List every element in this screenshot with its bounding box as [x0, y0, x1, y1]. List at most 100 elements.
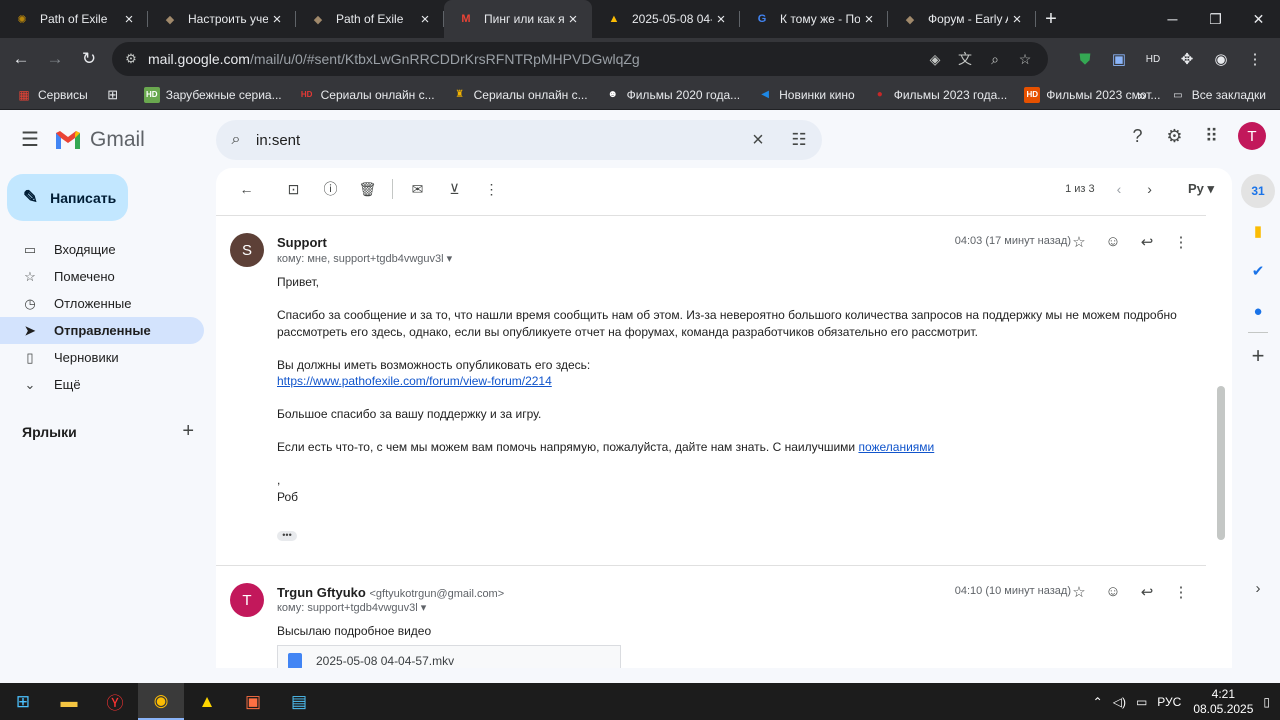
tasks-icon[interactable]: ✔ — [1241, 254, 1275, 288]
keep-icon[interactable]: ▮ — [1241, 214, 1275, 248]
delete-icon[interactable]: 🗑 — [349, 181, 386, 198]
search-bar[interactable]: ⌕ in:sent × ☷ — [216, 120, 822, 160]
close-tab-icon[interactable]: × — [268, 11, 286, 28]
contacts-icon[interactable]: ● — [1241, 294, 1275, 328]
emoji-reaction-icon[interactable]: ☺ — [1096, 233, 1130, 251]
sidebar-item-drafts[interactable]: ▯ Черновики — [0, 344, 204, 371]
sidebar-item-sent[interactable]: ➤ Отправленные — [0, 317, 204, 344]
maximize-icon[interactable]: ❐ — [1194, 0, 1237, 38]
game-app-icon[interactable]: ▣ — [230, 683, 276, 720]
minimize-icon[interactable]: ─ — [1151, 0, 1194, 38]
show-details-icon[interactable]: ▾ — [447, 253, 453, 265]
input-language-button[interactable]: Ру ▾ — [1174, 181, 1214, 197]
sender-avatar[interactable]: T — [230, 583, 264, 617]
more-actions-icon[interactable]: ⋮ — [473, 181, 510, 198]
forward-icon[interactable]: → — [38, 42, 72, 76]
sender-avatar[interactable]: S — [230, 233, 264, 267]
google-apps-icon[interactable]: ⠿ — [1193, 126, 1230, 147]
all-bookmarks-button[interactable]: ▭ Все закладки — [1170, 87, 1266, 103]
prev-page-icon[interactable]: ‹ — [1117, 181, 1122, 197]
close-tab-icon[interactable]: × — [416, 11, 434, 28]
recipients-line[interactable]: кому: support+tgdb4vwguv3l ▾ — [277, 601, 426, 614]
sidebar-item-snoozed[interactable]: ◷ Отложенные — [0, 290, 204, 317]
search-icon[interactable]: ⌕ — [216, 131, 256, 149]
clock[interactable]: 4:21 08.05.2025 — [1193, 687, 1253, 717]
compose-button[interactable]: ✎ Написать — [7, 174, 128, 221]
close-tab-icon[interactable]: × — [860, 11, 878, 28]
address-bar[interactable]: ⚙ mail.google.com/mail/u/0/#sent/KtbxLwG… — [112, 42, 1048, 76]
url-text[interactable]: mail.google.com/mail/u/0/#sent/KtbxLwGnR… — [148, 51, 640, 67]
translate-extension-icon[interactable]: ▣ — [1102, 50, 1136, 68]
account-avatar[interactable]: T — [1238, 122, 1266, 150]
show-details-icon[interactable]: ▾ — [421, 602, 427, 614]
wishes-link[interactable]: пожеланиями — [858, 440, 934, 454]
report-spam-icon[interactable]: ⓘ — [312, 179, 349, 199]
bookmark-item[interactable]: ▦ Сервисы — [16, 87, 87, 103]
get-addons-icon[interactable]: + — [1241, 339, 1275, 373]
bookmark-item[interactable]: ☻ Фильмы 2020 года... — [605, 87, 740, 103]
profile-icon[interactable]: ◉ — [1204, 50, 1238, 68]
display-icon[interactable]: ▭ — [1136, 695, 1147, 709]
search-input[interactable]: in:sent — [256, 132, 740, 149]
close-tab-icon[interactable]: × — [712, 11, 730, 28]
reload-icon[interactable]: ↻ — [72, 42, 106, 76]
add-label-icon[interactable]: + — [182, 420, 194, 443]
clear-search-icon[interactable]: × — [740, 129, 776, 152]
show-trimmed-content-button[interactable]: ••• — [277, 530, 297, 541]
warning-app-icon[interactable]: ▲ — [184, 683, 230, 720]
volume-icon[interactable]: ◁) — [1113, 695, 1126, 709]
back-icon[interactable]: ← — [4, 42, 38, 76]
forum-link[interactable]: https://www.pathofexile.com/forum/view-f… — [277, 374, 552, 388]
bookmark-item[interactable]: HD Сериалы онлайн с... — [299, 87, 435, 103]
input-language-indicator[interactable]: РУС — [1157, 695, 1181, 709]
extensions-puzzle-icon[interactable]: ✥ — [1170, 50, 1204, 68]
sender-name[interactable]: Support — [277, 235, 327, 250]
browser-tab-active[interactable]: MПинг или как я п× — [444, 0, 592, 38]
browser-tab[interactable]: GК тому же - Пои × — [740, 0, 888, 38]
browser-tab[interactable]: ◆Настроить учетн× — [148, 0, 296, 38]
sidebar-item-more[interactable]: ⌄ Ещё — [0, 371, 204, 398]
recipients-line[interactable]: кому: мне, support+tgdb4vwguv3l ▾ — [277, 252, 452, 265]
mark-unread-icon[interactable]: ✉ — [399, 181, 436, 198]
more-message-options-icon[interactable]: ⋮ — [1164, 583, 1198, 601]
reply-icon[interactable]: ↩ — [1130, 583, 1164, 601]
new-tab-button[interactable]: + — [1036, 0, 1066, 38]
bookmark-star-icon[interactable]: ☆ — [1010, 51, 1040, 68]
translate-icon[interactable]: 文 — [950, 49, 980, 69]
help-icon[interactable]: ? — [1119, 126, 1156, 147]
bookmark-item[interactable]: ♜ Сериалы онлайн с... — [452, 87, 587, 103]
browser-tab[interactable]: ✺ Path of Exile × — [0, 0, 148, 38]
next-page-icon[interactable]: › — [1147, 181, 1152, 197]
gmail-logo[interactable]: Gmail — [54, 128, 145, 152]
attachment-chip[interactable]: 2025-05-08 04-04-57.mkv — [277, 645, 621, 668]
more-message-options-icon[interactable]: ⋮ — [1164, 233, 1198, 251]
close-tab-icon[interactable]: × — [564, 11, 582, 28]
menu-kebab-icon[interactable]: ⋮ — [1238, 50, 1272, 68]
scrollbar-thumb[interactable] — [1217, 386, 1225, 540]
bookmark-item[interactable]: ◀ Новинки кино — [757, 87, 854, 103]
hd-extension-icon[interactable]: HD — [1136, 54, 1170, 65]
hide-panel-icon[interactable]: › — [1241, 571, 1275, 605]
notepad-app-icon[interactable]: ▤ — [276, 683, 322, 720]
zoom-icon[interactable]: ⌕ — [980, 51, 1010, 68]
main-menu-icon[interactable]: ☰ — [18, 128, 42, 152]
back-to-list-icon[interactable]: ← — [228, 181, 265, 197]
chrome-icon[interactable]: ◉ — [138, 683, 184, 720]
calendar-icon[interactable]: 31 — [1241, 174, 1275, 208]
install-app-icon[interactable]: ◈ — [920, 51, 950, 68]
star-message-icon[interactable]: ☆ — [1062, 233, 1096, 251]
notifications-icon[interactable]: ▯ — [1263, 695, 1270, 709]
browser-tab[interactable]: ◆Форум - Early Ac× — [888, 0, 1036, 38]
close-tab-icon[interactable]: × — [1008, 11, 1026, 28]
emoji-reaction-icon[interactable]: ☺ — [1096, 583, 1130, 601]
sidebar-item-starred[interactable]: ☆ Помечено — [0, 263, 204, 290]
star-message-icon[interactable]: ☆ — [1062, 583, 1096, 601]
close-tab-icon[interactable]: × — [120, 11, 138, 28]
more-bookmarks-icon[interactable]: » — [1138, 87, 1146, 103]
file-explorer-icon[interactable]: ▬ — [46, 683, 92, 720]
yandex-browser-icon[interactable]: Ⓨ — [92, 683, 138, 720]
shield-extension-icon[interactable]: ⛊ — [1068, 51, 1102, 68]
browser-tab[interactable]: ◆ Path of Exile × — [296, 0, 444, 38]
site-info-icon[interactable]: ⚙ — [120, 51, 142, 67]
browser-tab[interactable]: ▲ 2025-05-08 04-0 × — [592, 0, 740, 38]
